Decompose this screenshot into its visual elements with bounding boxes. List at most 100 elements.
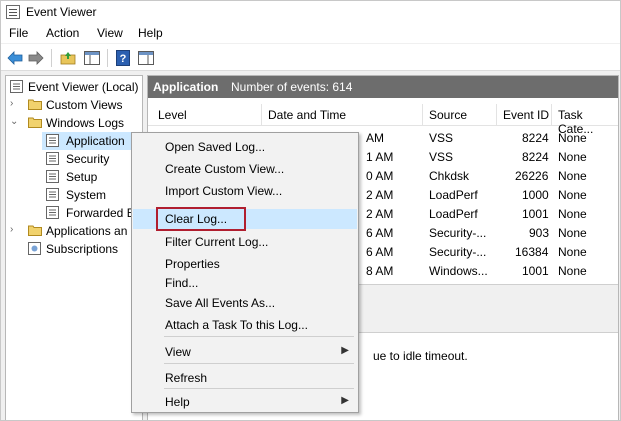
tree-item-applications-services[interactable]: › Applications an xyxy=(6,222,142,240)
menu-item-save-all-events[interactable]: Save All Events As... xyxy=(133,293,357,313)
column-header-source[interactable]: Source xyxy=(429,108,467,122)
cell-date-time: 0 AM xyxy=(366,169,394,183)
table-header: Level Date and Time Source Event ID Task… xyxy=(148,104,618,136)
cell-event-id: 903 xyxy=(529,226,550,240)
back-arrow-icon[interactable] xyxy=(6,49,24,66)
cell-source: VSS xyxy=(429,150,454,164)
show-action-pane-icon[interactable] xyxy=(137,49,155,66)
title-bar: Event Viewer xyxy=(1,1,620,23)
menu-item-attach-task[interactable]: Attach a Task To this Log... xyxy=(133,315,357,335)
menu-item-find[interactable]: Find... xyxy=(133,273,357,293)
event-viewer-icon xyxy=(10,80,23,93)
folder-icon xyxy=(28,98,42,111)
cell-event-id: 8224 xyxy=(522,150,549,164)
event-description: ue to idle timeout. xyxy=(373,349,468,363)
menu-item-label: Properties xyxy=(165,257,220,271)
cell-task-category: None xyxy=(558,169,587,183)
forward-arrow-icon[interactable] xyxy=(27,49,45,66)
window-title: Event Viewer xyxy=(26,5,97,19)
column-header-event-id[interactable]: Event ID xyxy=(503,108,549,122)
event-count: Number of events: 614 xyxy=(231,80,353,94)
cell-source: Security-... xyxy=(429,245,487,259)
column-header-date-time[interactable]: Date and Time xyxy=(268,108,346,122)
chevron-right-icon[interactable]: › xyxy=(10,98,20,110)
cell-date-time: 6 AM xyxy=(366,245,394,259)
tree-label: Event Viewer (Local) xyxy=(28,80,139,94)
log-icon xyxy=(46,170,59,183)
column-divider[interactable] xyxy=(422,104,423,126)
chevron-right-icon[interactable]: › xyxy=(10,224,20,236)
cell-task-category: None xyxy=(558,226,587,240)
submenu-arrow-icon: ▶ xyxy=(341,395,349,406)
menu-item-label: Find... xyxy=(165,276,199,290)
menu-bar: File Action View Help xyxy=(1,23,620,43)
menu-view[interactable]: View xyxy=(97,26,123,40)
tree-item-subscriptions[interactable]: Subscriptions xyxy=(6,240,142,258)
show-hide-tree-icon[interactable] xyxy=(83,49,101,66)
console-tree: Event Viewer (Local) › Custom Views ⌄ Wi… xyxy=(5,75,143,420)
menu-item-filter-current-log[interactable]: Filter Current Log... xyxy=(133,232,357,252)
tree-label: Custom Views xyxy=(46,98,123,112)
menu-item-label: Save All Events As... xyxy=(165,296,276,310)
event-viewer-window: Event Viewer File Action View Help ? Eve… xyxy=(0,0,621,421)
column-divider[interactable] xyxy=(551,104,552,126)
tree-item-application[interactable]: Application xyxy=(42,132,138,150)
folder-up-icon[interactable] xyxy=(59,49,77,66)
pane-header: Application Number of events: 614 xyxy=(148,76,618,98)
event-viewer-app-icon xyxy=(6,5,20,19)
tree-item-security[interactable]: Security xyxy=(42,150,138,168)
menu-item-label: Open Saved Log... xyxy=(165,140,266,154)
menu-item-label: View xyxy=(165,345,191,359)
menu-item-import-custom-view[interactable]: Import Custom View... xyxy=(133,181,357,201)
menu-help[interactable]: Help xyxy=(138,26,163,40)
menu-separator xyxy=(164,336,354,337)
cell-event-id: 1001 xyxy=(522,264,549,275)
menu-file[interactable]: File xyxy=(9,26,28,40)
tree-item-event-viewer-local[interactable]: Event Viewer (Local) xyxy=(6,78,142,96)
menu-action[interactable]: Action xyxy=(46,26,79,40)
context-menu: Open Saved Log... Create Custom View... … xyxy=(131,132,359,413)
cell-event-id: 1000 xyxy=(522,188,549,202)
toolbar-separator xyxy=(51,49,52,67)
tree-item-setup[interactable]: Setup xyxy=(42,168,138,186)
cell-date-time: 1 AM xyxy=(366,150,394,164)
cell-task-category: None xyxy=(558,150,587,164)
tree-item-windows-logs[interactable]: ⌄ Windows Logs xyxy=(6,114,142,132)
tree-item-system[interactable]: System xyxy=(42,186,138,204)
log-icon xyxy=(46,188,59,201)
tree-label: Application xyxy=(66,134,125,148)
tree-label: Applications an xyxy=(46,224,128,238)
menu-item-properties[interactable]: Properties xyxy=(133,254,357,274)
cell-source: Security-... xyxy=(429,226,487,240)
tree-item-custom-views[interactable]: › Custom Views xyxy=(6,96,142,114)
cell-date-time: AM xyxy=(366,131,384,145)
submenu-arrow-icon: ▶ xyxy=(341,345,349,356)
cell-task-category: None xyxy=(558,207,587,221)
menu-separator xyxy=(164,363,354,364)
cell-source: Chkdsk xyxy=(429,169,470,183)
menu-item-create-custom-view[interactable]: Create Custom View... xyxy=(133,159,357,179)
cell-event-id: 16384 xyxy=(515,245,549,259)
menu-item-view[interactable]: View ▶ xyxy=(133,342,357,362)
log-icon xyxy=(46,134,59,147)
cell-task-category: None xyxy=(558,245,587,259)
menu-item-open-saved-log[interactable]: Open Saved Log... xyxy=(133,137,357,157)
column-divider[interactable] xyxy=(261,104,262,126)
menu-item-label: Create Custom View... xyxy=(165,162,285,176)
column-header-level[interactable]: Level xyxy=(158,108,187,122)
tree-label: Security xyxy=(66,152,110,166)
chevron-down-icon[interactable]: ⌄ xyxy=(10,116,20,128)
cell-event-id: 1001 xyxy=(522,207,549,221)
cell-date-time: 2 AM xyxy=(366,188,394,202)
menu-item-label: Help xyxy=(165,395,190,409)
menu-item-refresh[interactable]: Refresh xyxy=(133,368,357,388)
tree-item-forwarded-events[interactable]: Forwarded E xyxy=(42,204,138,222)
cell-event-id: 26226 xyxy=(515,169,549,183)
column-divider[interactable] xyxy=(496,104,497,126)
help-icon[interactable]: ? xyxy=(114,49,132,66)
cell-source: LoadPerf xyxy=(429,207,478,221)
cell-source: VSS xyxy=(429,131,454,145)
folder-icon xyxy=(28,224,42,237)
menu-item-help[interactable]: Help ▶ xyxy=(133,392,357,412)
tree-label: Windows Logs xyxy=(46,116,125,130)
